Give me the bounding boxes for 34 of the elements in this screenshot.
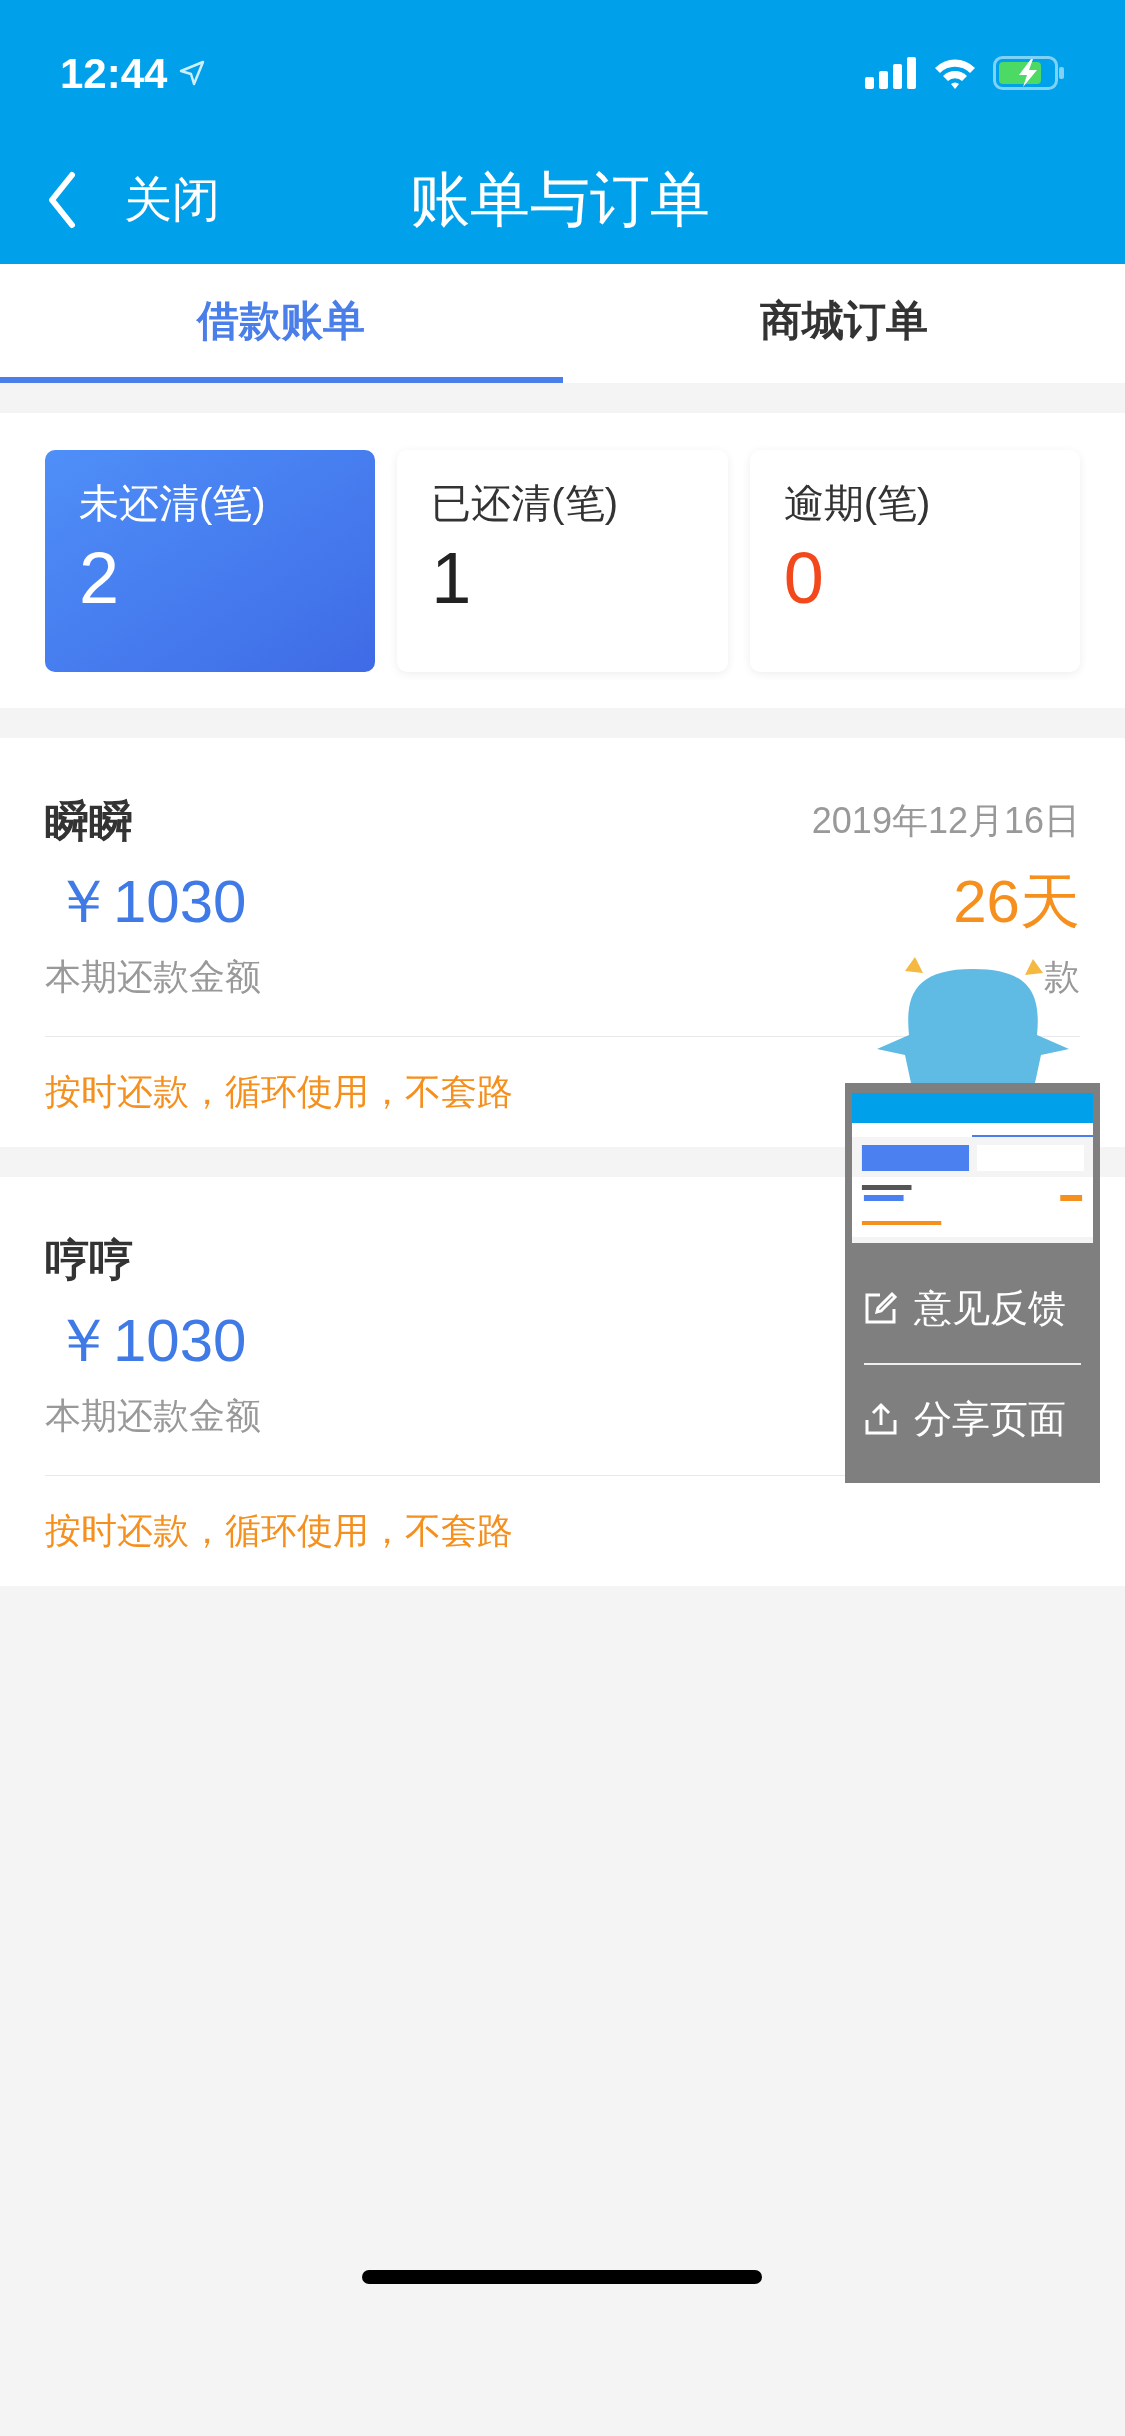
menu-item[interactable]: 意见反馈: [864, 1253, 1081, 1363]
stat-card[interactable]: 逾期(笔) 0: [749, 449, 1080, 672]
stat-card[interactable]: 已还清(笔) 1: [397, 449, 728, 672]
bill-name: 瞬瞬: [45, 795, 133, 847]
edit-icon: [864, 1291, 898, 1325]
amount-label: 本期还款金额: [45, 1394, 261, 1438]
tab[interactable]: 商城订单: [562, 264, 1125, 383]
days-count: 26天: [953, 872, 1080, 932]
location-icon: [179, 60, 206, 86]
share-icon: [864, 1402, 898, 1436]
stat-value: 0: [783, 541, 825, 614]
wifi-icon: [933, 57, 977, 89]
bill-card[interactable]: 瞬瞬 2019年12月16日 ￥1030 26天 本期还款金额 款 按时还款，循环使用，不套路: [0, 738, 1125, 1147]
stat-label: 逾期(笔): [783, 479, 932, 527]
back-icon: [46, 171, 76, 229]
bill-date: 2019年12月16日: [811, 799, 1080, 843]
slogan-text: 按时还款，循环使用，不套路: [45, 1509, 513, 1553]
stat-value: 1: [431, 541, 473, 614]
menu-item[interactable]: 分享页面: [864, 1363, 1081, 1473]
stat-card[interactable]: 未还清(笔) 2: [45, 449, 376, 672]
bill-amount: ￥1030: [52, 872, 247, 932]
slogan-text: 按时还款，循环使用，不套路: [45, 1070, 513, 1114]
stat-value: 2: [79, 541, 121, 614]
stat-label: 未还清(笔): [79, 479, 267, 527]
amount-label: 本期还款金额: [45, 955, 261, 999]
bill-name: 哼哼: [45, 1234, 133, 1286]
page-title: 账单与订单: [410, 165, 710, 235]
stat-label: 已还清(笔): [431, 479, 619, 527]
bill-amount: ￥1030: [52, 1311, 247, 1371]
tab[interactable]: 借款账单: [0, 264, 563, 383]
battery-icon: [993, 56, 1065, 90]
status-time: 12:44: [60, 48, 168, 99]
days-label: 款: [1044, 955, 1080, 999]
signal-icon: [865, 57, 917, 89]
